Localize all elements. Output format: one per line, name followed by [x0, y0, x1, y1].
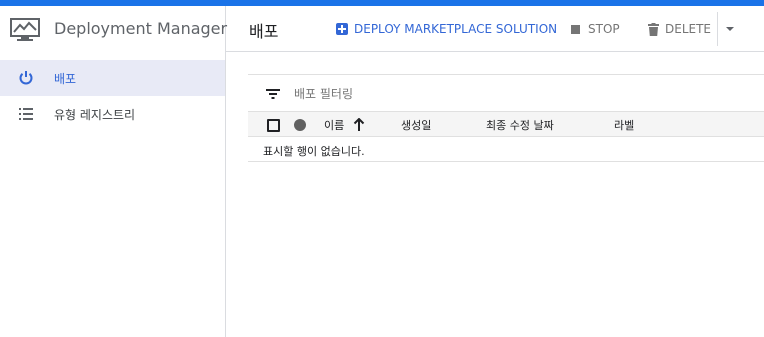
empty-table-message: 표시할 행이 없습니다. [263, 145, 365, 158]
app-title: Deployment Manager [54, 19, 228, 38]
sidebar-item-label: 유형 레지스트리 [54, 108, 136, 122]
table-header: 이름 생성일 최종 수정 날짜 라벨 [248, 111, 764, 137]
status-column-icon [294, 119, 306, 131]
deploy-marketplace-solution-button[interactable]: DEPLOY MARKETPLACE SOLUTION [336, 20, 557, 38]
more-actions-dropdown[interactable] [722, 20, 738, 38]
sidebar-item-label: 배포 [54, 72, 77, 86]
main-content: 배포 DEPLOY MARKETPLACE SOLUTION STOP DELE… [226, 6, 764, 337]
stop-icon [571, 24, 580, 34]
list-icon [19, 108, 33, 120]
page-title: 배포 [249, 22, 279, 41]
column-header-last-modified[interactable]: 최종 수정 날짜 [486, 117, 554, 133]
sidebar: Deployment Manager 배포 유형 레지스트리 [0, 6, 228, 337]
delete-button[interactable]: DELETE [648, 20, 711, 38]
deployment-manager-logo-icon [10, 18, 40, 41]
deploy-button-label: DEPLOY MARKETPLACE SOLUTION [354, 22, 558, 36]
filter-placeholder: 배포 필터링 [294, 87, 354, 101]
toolbar-divider [717, 12, 718, 46]
column-header-labels[interactable]: 라벨 [614, 117, 634, 133]
stop-button-label: STOP [588, 22, 620, 36]
sort-ascending-arrow-icon[interactable] [353, 118, 365, 132]
sidebar-item-deployments[interactable]: 배포 [0, 60, 225, 96]
filter-icon [266, 89, 280, 99]
delete-button-label: DELETE [665, 22, 712, 36]
select-all-checkbox[interactable] [267, 119, 280, 132]
filter-bar[interactable]: 배포 필터링 [248, 74, 764, 111]
plus-icon [336, 23, 348, 35]
power-icon [19, 71, 33, 85]
stop-button[interactable]: STOP [571, 20, 620, 38]
column-header-name[interactable]: 이름 [324, 117, 344, 133]
column-header-created[interactable]: 생성일 [401, 117, 431, 133]
sidebar-item-type-registry[interactable]: 유형 레지스트리 [0, 96, 225, 132]
trash-icon [648, 22, 659, 36]
toolbar: 배포 DEPLOY MARKETPLACE SOLUTION STOP DELE… [226, 6, 764, 52]
sidebar-header: Deployment Manager [0, 6, 228, 54]
table-empty-row: 표시할 행이 없습니다. [248, 137, 764, 162]
